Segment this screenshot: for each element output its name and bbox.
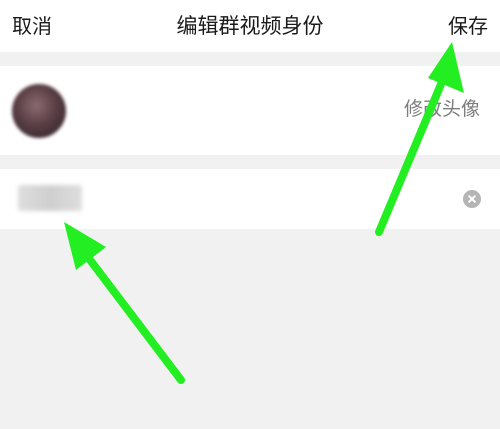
display-name-input[interactable] [16,184,416,214]
arrow-to-name-field [64,222,185,384]
page-title: 编辑群视频身份 [176,14,324,38]
display-name-row [0,169,500,229]
change-avatar-row[interactable]: 修改头像 [0,66,500,155]
avatar [12,84,66,138]
top-navigation-bar: 取消 编辑群视频身份 保存 [0,0,500,52]
change-avatar-label: 修改头像 [403,98,480,120]
clear-icon[interactable] [463,190,481,208]
save-button[interactable]: 保存 [448,13,488,39]
